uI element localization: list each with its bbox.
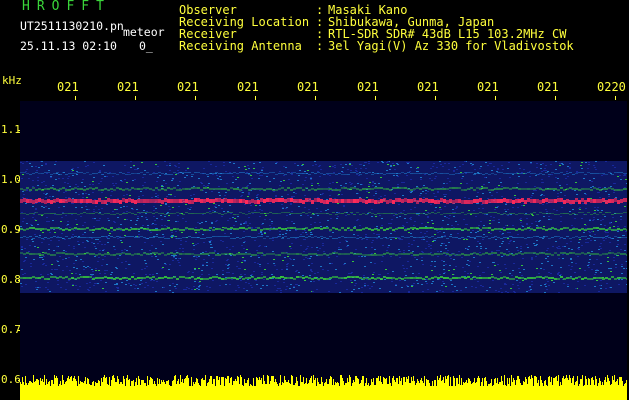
x-tick-mark <box>75 96 76 100</box>
x-tick-label: 0220 <box>597 80 626 94</box>
app-title: HROFFT <box>22 0 111 14</box>
x-tick-mark <box>495 96 496 100</box>
y-axis-unit: kHz <box>2 74 22 87</box>
tag-label: meteor <box>123 25 165 39</box>
x-tick-mark <box>135 96 136 100</box>
spectrogram-canvas <box>20 161 627 400</box>
x-tick-mark <box>315 96 316 100</box>
x-tick-label: 021 <box>537 80 559 94</box>
info-value: 3el Yagi(V) Az 330 for Vladivostok <box>328 39 574 53</box>
file-name: UT2511130210.pn <box>20 19 124 33</box>
x-tick-label: 021 <box>117 80 139 94</box>
x-tick-label: 021 <box>177 80 199 94</box>
spectrogram <box>20 101 627 400</box>
x-tick-mark <box>435 96 436 100</box>
x-tick-mark <box>555 96 556 100</box>
x-tick-mark <box>195 96 196 100</box>
info-label: Receiving Antenna <box>179 39 302 53</box>
x-tick-label: 021 <box>237 80 259 94</box>
x-tick-label: 021 <box>417 80 439 94</box>
x-tick-label: 021 <box>357 80 379 94</box>
x-tick-mark <box>255 96 256 100</box>
counter: 0_ <box>139 39 153 53</box>
x-tick-mark <box>615 96 616 100</box>
x-tick-label: 021 <box>477 80 499 94</box>
x-tick-label: 021 <box>297 80 319 94</box>
x-tick-label: 021 <box>57 80 79 94</box>
x-tick-mark <box>375 96 376 100</box>
info-colon: : <box>316 39 324 53</box>
timestamp: 25.11.13 02:10 <box>20 39 117 53</box>
